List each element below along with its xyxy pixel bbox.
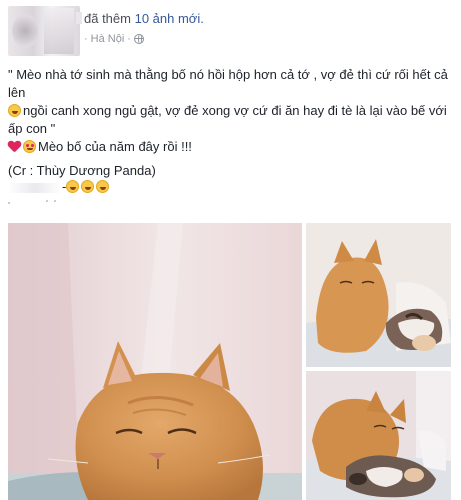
tag-line: - (8, 178, 111, 196)
face-with-tears-of-joy-icon (96, 180, 110, 193)
redaction-dot (8, 202, 10, 204)
face-with-tears-of-joy-icon (66, 180, 80, 193)
avatar-blur-secondary (44, 8, 74, 54)
avatar-blur (12, 14, 38, 48)
face-with-tears-of-joy-icon (81, 180, 95, 193)
post-meta: · Hà Nội · (84, 33, 144, 45)
post-header: đã thêm 10 ảnh mới. (84, 11, 204, 26)
photo-cat-with-mother-and-kittens[interactable] (306, 223, 451, 367)
location-link[interactable]: Hà Nội (91, 33, 125, 45)
face-with-tears-of-joy-icon (8, 104, 21, 117)
location-separator: · (84, 33, 88, 45)
post-line-3: Mèo bố của năm đây rồi !!! (8, 138, 456, 156)
header-action: đã thêm (84, 11, 131, 26)
red-heart-icon (8, 141, 21, 153)
photo-cat-and-kittens-on-bed[interactable] (306, 371, 451, 500)
avatar[interactable] (8, 6, 80, 56)
globe-icon[interactable] (133, 34, 144, 44)
post-line-1: " Mèo nhà tớ sinh mà thằng bố nó hồi hộp… (8, 67, 448, 100)
post-line-3-text: Mèo bố của năm đây rồi !!! (38, 139, 192, 154)
privacy-separator: · (127, 33, 131, 45)
post-line-2-text: ngồi canh xong ngủ gật, vợ đẻ xong vợ cứ… (8, 103, 447, 136)
photo-orange-cat-closeup[interactable] (8, 223, 302, 500)
photo-cat-with-mother-and-kittens-image (306, 223, 451, 367)
redaction-dot (46, 200, 48, 202)
facebook-post: đã thêm 10 ảnh mới. · Hà Nội · " Mèo nhà… (0, 0, 461, 500)
photo-orange-cat-closeup-image (8, 223, 302, 500)
heart-eyes-icon (23, 140, 36, 153)
post-line-2: ngồi canh xong ngủ gật, vợ đẻ xong vợ cứ… (8, 102, 456, 138)
redacted-line (8, 198, 68, 212)
redaction-dot (54, 200, 56, 202)
photo-grid (8, 223, 451, 500)
photo-count-link[interactable]: 10 ảnh mới. (135, 11, 204, 26)
tagged-name-redacted[interactable] (8, 182, 62, 193)
photo-cat-and-kittens-on-bed-image (306, 371, 451, 500)
author-name-redacted (76, 12, 82, 24)
post-body: " Mèo nhà tớ sinh mà thằng bố nó hồi hộp… (8, 66, 456, 180)
